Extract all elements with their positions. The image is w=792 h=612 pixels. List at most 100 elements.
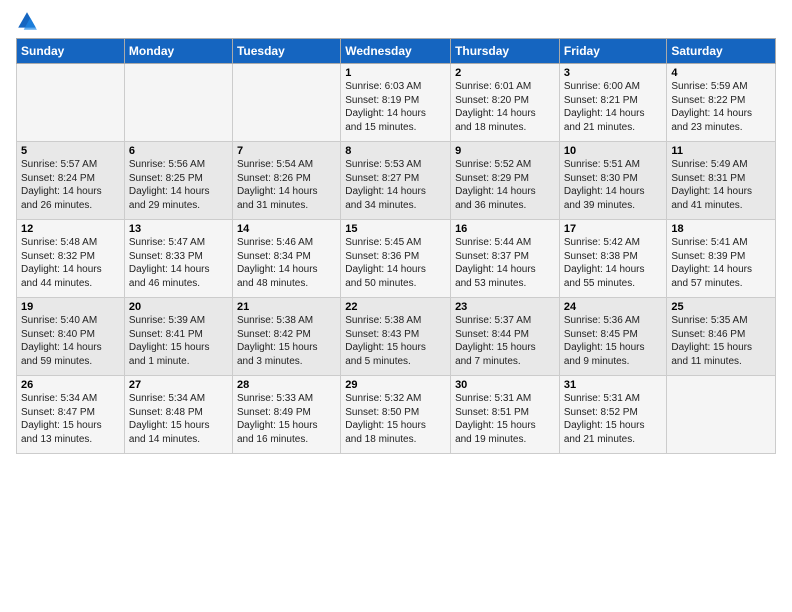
calendar-cell: 1Sunrise: 6:03 AM Sunset: 8:19 PM Daylig… bbox=[341, 64, 451, 142]
day-info: Sunrise: 5:34 AM Sunset: 8:47 PM Dayligh… bbox=[21, 392, 120, 446]
day-info: Sunrise: 5:33 AM Sunset: 8:49 PM Dayligh… bbox=[237, 392, 336, 446]
calendar-cell: 11Sunrise: 5:49 AM Sunset: 8:31 PM Dayli… bbox=[667, 142, 776, 220]
day-number: 31 bbox=[564, 379, 663, 391]
day-number: 25 bbox=[671, 301, 771, 313]
day-number: 10 bbox=[564, 145, 663, 157]
calendar-cell: 2Sunrise: 6:01 AM Sunset: 8:20 PM Daylig… bbox=[451, 64, 560, 142]
day-info: Sunrise: 5:35 AM Sunset: 8:46 PM Dayligh… bbox=[671, 314, 771, 368]
day-info: Sunrise: 5:36 AM Sunset: 8:45 PM Dayligh… bbox=[564, 314, 663, 368]
logo bbox=[16, 10, 42, 32]
day-number: 1 bbox=[345, 67, 446, 79]
day-info: Sunrise: 5:32 AM Sunset: 8:50 PM Dayligh… bbox=[345, 392, 446, 446]
day-info: Sunrise: 5:53 AM Sunset: 8:27 PM Dayligh… bbox=[345, 158, 446, 212]
day-info: Sunrise: 5:52 AM Sunset: 8:29 PM Dayligh… bbox=[455, 158, 555, 212]
day-info: Sunrise: 5:56 AM Sunset: 8:25 PM Dayligh… bbox=[129, 158, 228, 212]
day-number: 21 bbox=[237, 301, 336, 313]
calendar-cell bbox=[667, 376, 776, 454]
day-info: Sunrise: 5:47 AM Sunset: 8:33 PM Dayligh… bbox=[129, 236, 228, 290]
day-info: Sunrise: 5:59 AM Sunset: 8:22 PM Dayligh… bbox=[671, 80, 771, 134]
calendar-header: SundayMondayTuesdayWednesdayThursdayFrid… bbox=[17, 39, 776, 64]
day-number: 13 bbox=[129, 223, 228, 235]
week-row-1: 5Sunrise: 5:57 AM Sunset: 8:24 PM Daylig… bbox=[17, 142, 776, 220]
calendar-cell: 14Sunrise: 5:46 AM Sunset: 8:34 PM Dayli… bbox=[232, 220, 340, 298]
calendar-cell: 10Sunrise: 5:51 AM Sunset: 8:30 PM Dayli… bbox=[559, 142, 667, 220]
day-info: Sunrise: 6:03 AM Sunset: 8:19 PM Dayligh… bbox=[345, 80, 446, 134]
calendar-cell bbox=[124, 64, 232, 142]
day-info: Sunrise: 5:57 AM Sunset: 8:24 PM Dayligh… bbox=[21, 158, 120, 212]
day-number: 19 bbox=[21, 301, 120, 313]
calendar-cell: 13Sunrise: 5:47 AM Sunset: 8:33 PM Dayli… bbox=[124, 220, 232, 298]
calendar-cell: 5Sunrise: 5:57 AM Sunset: 8:24 PM Daylig… bbox=[17, 142, 125, 220]
calendar-cell: 6Sunrise: 5:56 AM Sunset: 8:25 PM Daylig… bbox=[124, 142, 232, 220]
day-number: 4 bbox=[671, 67, 771, 79]
calendar-cell: 21Sunrise: 5:38 AM Sunset: 8:42 PM Dayli… bbox=[232, 298, 340, 376]
calendar-cell: 15Sunrise: 5:45 AM Sunset: 8:36 PM Dayli… bbox=[341, 220, 451, 298]
header bbox=[16, 10, 776, 32]
calendar-cell: 20Sunrise: 5:39 AM Sunset: 8:41 PM Dayli… bbox=[124, 298, 232, 376]
day-number: 8 bbox=[345, 145, 446, 157]
day-info: Sunrise: 5:31 AM Sunset: 8:52 PM Dayligh… bbox=[564, 392, 663, 446]
day-info: Sunrise: 5:44 AM Sunset: 8:37 PM Dayligh… bbox=[455, 236, 555, 290]
calendar-table: SundayMondayTuesdayWednesdayThursdayFrid… bbox=[16, 38, 776, 454]
day-number: 14 bbox=[237, 223, 336, 235]
day-info: Sunrise: 6:00 AM Sunset: 8:21 PM Dayligh… bbox=[564, 80, 663, 134]
day-info: Sunrise: 5:49 AM Sunset: 8:31 PM Dayligh… bbox=[671, 158, 771, 212]
day-number: 16 bbox=[455, 223, 555, 235]
day-info: Sunrise: 5:54 AM Sunset: 8:26 PM Dayligh… bbox=[237, 158, 336, 212]
calendar-cell: 9Sunrise: 5:52 AM Sunset: 8:29 PM Daylig… bbox=[451, 142, 560, 220]
calendar-cell: 4Sunrise: 5:59 AM Sunset: 8:22 PM Daylig… bbox=[667, 64, 776, 142]
day-number: 12 bbox=[21, 223, 120, 235]
header-cell-sunday: Sunday bbox=[17, 39, 125, 64]
calendar-cell: 27Sunrise: 5:34 AM Sunset: 8:48 PM Dayli… bbox=[124, 376, 232, 454]
calendar-cell: 29Sunrise: 5:32 AM Sunset: 8:50 PM Dayli… bbox=[341, 376, 451, 454]
calendar-body: 1Sunrise: 6:03 AM Sunset: 8:19 PM Daylig… bbox=[17, 64, 776, 454]
calendar-cell: 31Sunrise: 5:31 AM Sunset: 8:52 PM Dayli… bbox=[559, 376, 667, 454]
header-cell-tuesday: Tuesday bbox=[232, 39, 340, 64]
header-cell-thursday: Thursday bbox=[451, 39, 560, 64]
day-info: Sunrise: 5:40 AM Sunset: 8:40 PM Dayligh… bbox=[21, 314, 120, 368]
calendar-cell: 22Sunrise: 5:38 AM Sunset: 8:43 PM Dayli… bbox=[341, 298, 451, 376]
calendar-cell: 18Sunrise: 5:41 AM Sunset: 8:39 PM Dayli… bbox=[667, 220, 776, 298]
day-info: Sunrise: 5:42 AM Sunset: 8:38 PM Dayligh… bbox=[564, 236, 663, 290]
logo-icon bbox=[16, 10, 38, 32]
day-number: 22 bbox=[345, 301, 446, 313]
calendar-cell: 28Sunrise: 5:33 AM Sunset: 8:49 PM Dayli… bbox=[232, 376, 340, 454]
day-info: Sunrise: 5:51 AM Sunset: 8:30 PM Dayligh… bbox=[564, 158, 663, 212]
calendar-cell: 26Sunrise: 5:34 AM Sunset: 8:47 PM Dayli… bbox=[17, 376, 125, 454]
day-info: Sunrise: 5:39 AM Sunset: 8:41 PM Dayligh… bbox=[129, 314, 228, 368]
calendar-cell: 30Sunrise: 5:31 AM Sunset: 8:51 PM Dayli… bbox=[451, 376, 560, 454]
day-info: Sunrise: 5:37 AM Sunset: 8:44 PM Dayligh… bbox=[455, 314, 555, 368]
day-number: 20 bbox=[129, 301, 228, 313]
day-info: Sunrise: 5:31 AM Sunset: 8:51 PM Dayligh… bbox=[455, 392, 555, 446]
day-number: 11 bbox=[671, 145, 771, 157]
day-info: Sunrise: 5:45 AM Sunset: 8:36 PM Dayligh… bbox=[345, 236, 446, 290]
day-info: Sunrise: 5:38 AM Sunset: 8:42 PM Dayligh… bbox=[237, 314, 336, 368]
day-number: 5 bbox=[21, 145, 120, 157]
day-info: Sunrise: 5:46 AM Sunset: 8:34 PM Dayligh… bbox=[237, 236, 336, 290]
day-info: Sunrise: 5:34 AM Sunset: 8:48 PM Dayligh… bbox=[129, 392, 228, 446]
calendar-cell bbox=[17, 64, 125, 142]
day-number: 24 bbox=[564, 301, 663, 313]
calendar-cell: 17Sunrise: 5:42 AM Sunset: 8:38 PM Dayli… bbox=[559, 220, 667, 298]
calendar-cell: 12Sunrise: 5:48 AM Sunset: 8:32 PM Dayli… bbox=[17, 220, 125, 298]
week-row-4: 26Sunrise: 5:34 AM Sunset: 8:47 PM Dayli… bbox=[17, 376, 776, 454]
calendar-cell: 23Sunrise: 5:37 AM Sunset: 8:44 PM Dayli… bbox=[451, 298, 560, 376]
header-row: SundayMondayTuesdayWednesdayThursdayFrid… bbox=[17, 39, 776, 64]
header-cell-wednesday: Wednesday bbox=[341, 39, 451, 64]
calendar-cell: 16Sunrise: 5:44 AM Sunset: 8:37 PM Dayli… bbox=[451, 220, 560, 298]
week-row-2: 12Sunrise: 5:48 AM Sunset: 8:32 PM Dayli… bbox=[17, 220, 776, 298]
calendar-cell: 3Sunrise: 6:00 AM Sunset: 8:21 PM Daylig… bbox=[559, 64, 667, 142]
week-row-3: 19Sunrise: 5:40 AM Sunset: 8:40 PM Dayli… bbox=[17, 298, 776, 376]
day-info: Sunrise: 6:01 AM Sunset: 8:20 PM Dayligh… bbox=[455, 80, 555, 134]
day-number: 28 bbox=[237, 379, 336, 391]
day-number: 3 bbox=[564, 67, 663, 79]
calendar-cell bbox=[232, 64, 340, 142]
day-number: 2 bbox=[455, 67, 555, 79]
day-info: Sunrise: 5:41 AM Sunset: 8:39 PM Dayligh… bbox=[671, 236, 771, 290]
calendar-cell: 8Sunrise: 5:53 AM Sunset: 8:27 PM Daylig… bbox=[341, 142, 451, 220]
header-cell-friday: Friday bbox=[559, 39, 667, 64]
day-info: Sunrise: 5:38 AM Sunset: 8:43 PM Dayligh… bbox=[345, 314, 446, 368]
day-number: 30 bbox=[455, 379, 555, 391]
calendar-cell: 19Sunrise: 5:40 AM Sunset: 8:40 PM Dayli… bbox=[17, 298, 125, 376]
calendar-cell: 25Sunrise: 5:35 AM Sunset: 8:46 PM Dayli… bbox=[667, 298, 776, 376]
